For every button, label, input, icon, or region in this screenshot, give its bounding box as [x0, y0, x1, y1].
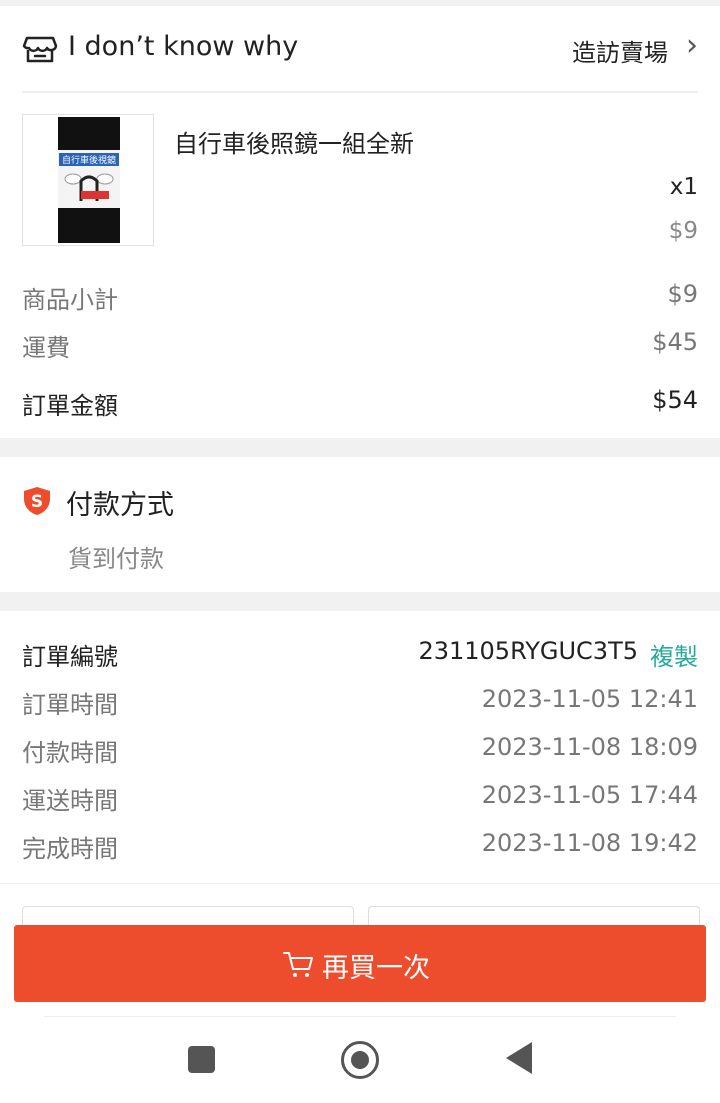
product-price: $9 [668, 218, 698, 244]
recent-apps-icon[interactable] [188, 1046, 215, 1073]
shield-icon: S [21, 485, 53, 517]
product-item[interactable]: 自行車後視鏡 自行車後照鏡一組全新 x1 $9 [0, 106, 720, 256]
order-number-value: 231105RYGUC3T5 [418, 637, 638, 665]
order-time-value: 2023-11-05 12:41 [481, 685, 698, 713]
product-thumbnail: 自行車後視鏡 [22, 114, 154, 246]
shop-name: I don’t know why [68, 31, 299, 62]
total-value: $54 [652, 386, 698, 414]
shipping-label: 運費 [22, 334, 70, 362]
product-title: 自行車後照鏡一組全新 [174, 130, 414, 158]
chevron-right-icon: › [686, 28, 698, 63]
payment-card: S 付款方式 貨到付款 [0, 457, 720, 592]
shipping-time-label: 運送時間 [22, 787, 118, 815]
visit-shop-link[interactable]: 造訪賣場 [572, 33, 668, 68]
product-quantity: x1 [669, 174, 698, 200]
svg-text:S: S [31, 492, 43, 512]
bottom-bar: 再買一次 [0, 884, 720, 1103]
thumbnail-caption: 自行車後視鏡 [59, 153, 119, 166]
shipping-time-value: 2023-11-05 17:44 [481, 781, 698, 809]
cart-icon [282, 949, 314, 979]
order-card: I don’t know why 造訪賣場 › 自行車後視鏡 自行車後照鏡一組全… [0, 6, 720, 438]
total-label: 訂單金額 [22, 392, 118, 420]
home-icon[interactable] [341, 1041, 379, 1079]
order-number-label: 訂單編號 [22, 643, 118, 671]
subtotal-label: 商品小計 [22, 286, 118, 314]
completion-time-value: 2023-11-08 19:42 [481, 829, 698, 857]
payment-method: 貨到付款 [68, 545, 164, 573]
shipping-value: $45 [652, 328, 698, 356]
divider [22, 91, 698, 93]
shop-header[interactable]: I don’t know why 造訪賣場 › [0, 6, 720, 92]
buy-again-label: 再買一次 [322, 953, 430, 984]
order-time-label: 訂單時間 [22, 691, 118, 719]
shop-icon [22, 30, 58, 66]
payment-time-value: 2023-11-08 18:09 [481, 733, 698, 761]
order-info-card: 訂單編號 231105RYGUC3T5 複製 訂單時間 2023-11-05 1… [0, 611, 720, 883]
nav-divider [44, 1016, 676, 1017]
subtotal-value: $9 [667, 280, 698, 308]
payment-time-label: 付款時間 [22, 739, 118, 767]
payment-title: 付款方式 [66, 490, 174, 521]
back-icon[interactable] [506, 1042, 532, 1074]
buy-again-button[interactable]: 再買一次 [14, 925, 706, 1002]
copy-button[interactable]: 複製 [650, 637, 698, 672]
completion-time-label: 完成時間 [22, 835, 118, 863]
